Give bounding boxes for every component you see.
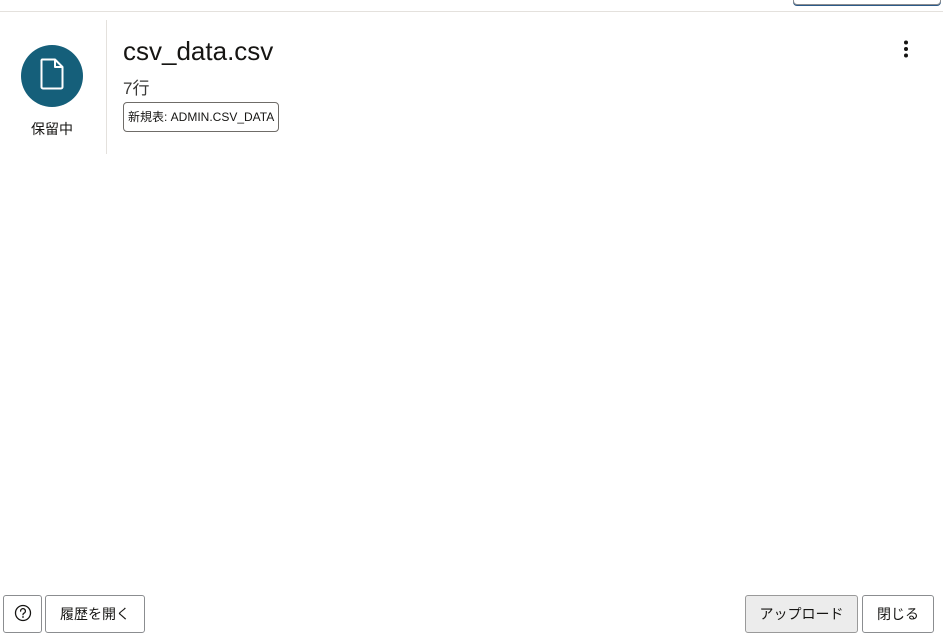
- close-button[interactable]: 閉じる: [862, 595, 934, 633]
- top-toolbar-button-edge[interactable]: [793, 0, 941, 5]
- target-table-badge: 新規表: ADMIN.CSV_DATA: [123, 102, 280, 132]
- open-history-button[interactable]: 履歴を開く: [45, 595, 145, 633]
- file-name: csv_data.csv: [123, 36, 274, 66]
- top-divider: [0, 0, 943, 12]
- upload-button[interactable]: アップロード: [745, 595, 858, 633]
- help-circle-icon: [14, 604, 32, 625]
- row-count: 7行: [123, 79, 150, 98]
- file-status-indicator: [21, 45, 83, 107]
- more-actions-button[interactable]: [896, 39, 916, 63]
- file-card: 保留中 csv_data.csv 7行 新規表: ADMIN.CSV_DATA: [0, 20, 943, 154]
- file-status-label: 保留中: [31, 121, 73, 137]
- help-button[interactable]: [3, 595, 42, 633]
- file-status-column: 保留中: [0, 20, 107, 154]
- document-icon: [39, 58, 65, 95]
- more-vertical-icon: [903, 40, 909, 63]
